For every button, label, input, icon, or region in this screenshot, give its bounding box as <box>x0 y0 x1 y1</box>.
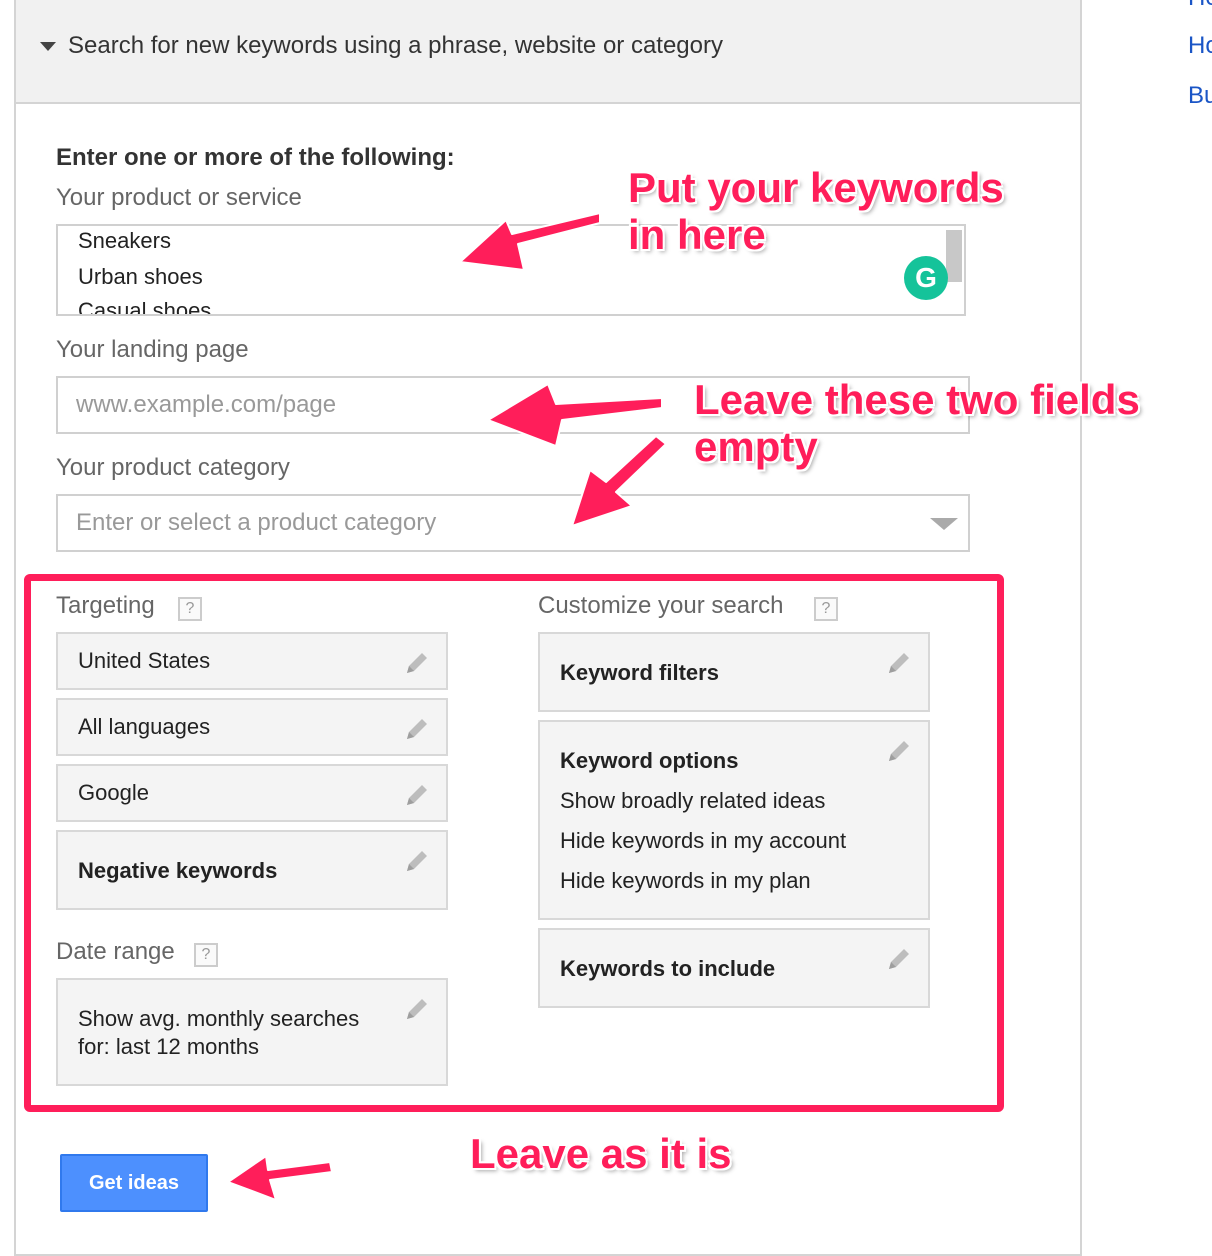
pencil-icon[interactable] <box>884 944 914 974</box>
keywords-to-include-card[interactable]: Keywords to include <box>538 928 930 1008</box>
card-label: Keyword filters <box>560 660 719 685</box>
right-link-2[interactable]: Ho <box>1188 32 1212 60</box>
card-label: Keyword options <box>560 748 739 773</box>
right-link-1[interactable]: He <box>1188 0 1212 12</box>
annotation-line: Put your keywords <box>628 164 1004 211</box>
landing-label: Your landing page <box>56 336 249 363</box>
annotation-leave: Leave as it is <box>470 1130 732 1177</box>
keyword-option: Hide keywords in my plan <box>560 868 811 893</box>
instructions-text: Enter one or more of the following: <box>56 144 455 171</box>
landing-placeholder: www.example.com/page <box>76 391 337 418</box>
help-icon[interactable]: ? <box>194 943 218 967</box>
pencil-icon[interactable] <box>402 846 432 876</box>
targeting-network[interactable]: Google <box>56 764 448 822</box>
product-line: Casual shoes <box>78 298 212 316</box>
panel-header[interactable]: Search for new keywords using a phrase, … <box>16 0 1080 104</box>
targeting-negative-keywords[interactable]: Negative keywords <box>56 830 448 910</box>
pencil-icon[interactable] <box>402 994 432 1024</box>
date-range-label: Date range <box>56 938 175 965</box>
grammarly-icon[interactable]: G <box>904 256 948 300</box>
card-label: Keywords to include <box>560 956 776 981</box>
right-link-3[interactable]: Bu <box>1188 82 1212 110</box>
keyword-options-card[interactable]: Keyword options Show broadly related ide… <box>538 720 930 920</box>
keyword-option: Hide keywords in my account <box>560 828 847 853</box>
card-label: United States <box>78 648 211 673</box>
pencil-icon[interactable] <box>402 714 432 744</box>
caret-down-icon[interactable] <box>40 42 56 51</box>
annotation-keywords: Put your keywords in here <box>628 164 1004 258</box>
dropdown-arrow-icon[interactable] <box>930 518 958 530</box>
panel-title[interactable]: Search for new keywords using a phrase, … <box>68 32 723 60</box>
pencil-icon[interactable] <box>884 648 914 678</box>
targeting-language[interactable]: All languages <box>56 698 448 756</box>
card-label: Negative keywords <box>78 858 278 883</box>
help-icon[interactable]: ? <box>178 597 202 621</box>
customize-label: Customize your search <box>538 592 784 619</box>
annotation-line: in here <box>628 211 766 259</box>
keyword-filters-card[interactable]: Keyword filters <box>538 632 930 712</box>
pencil-icon[interactable] <box>402 780 432 810</box>
category-select[interactable]: Enter or select a product category <box>56 494 970 552</box>
card-label: All languages <box>78 714 211 739</box>
targeting-location[interactable]: United States <box>56 632 448 690</box>
annotation-line: empty <box>694 423 818 471</box>
help-icon[interactable]: ? <box>814 597 838 621</box>
targeting-label: Targeting <box>56 592 155 619</box>
category-placeholder: Enter or select a product category <box>76 509 437 536</box>
date-range-line2: for: last 12 months <box>78 1034 259 1059</box>
product-label: Your product or service <box>56 184 302 211</box>
card-label: Google <box>78 780 149 805</box>
pencil-icon[interactable] <box>402 648 432 678</box>
pencil-icon[interactable] <box>884 736 914 766</box>
annotation-line: Leave these two fields <box>694 376 1140 423</box>
product-line: Urban shoes <box>78 264 203 289</box>
keyword-option: Show broadly related ideas <box>560 788 826 813</box>
category-label: Your product category <box>56 454 290 481</box>
date-range-card[interactable]: Show avg. monthly searches for: last 12 … <box>56 978 448 1086</box>
get-ideas-button[interactable]: Get ideas <box>60 1154 208 1212</box>
product-line: Sneakers <box>78 228 171 253</box>
date-range-line1: Show avg. monthly searches <box>78 1006 360 1031</box>
annotation-empty: Leave these two fields empty <box>694 376 1140 470</box>
